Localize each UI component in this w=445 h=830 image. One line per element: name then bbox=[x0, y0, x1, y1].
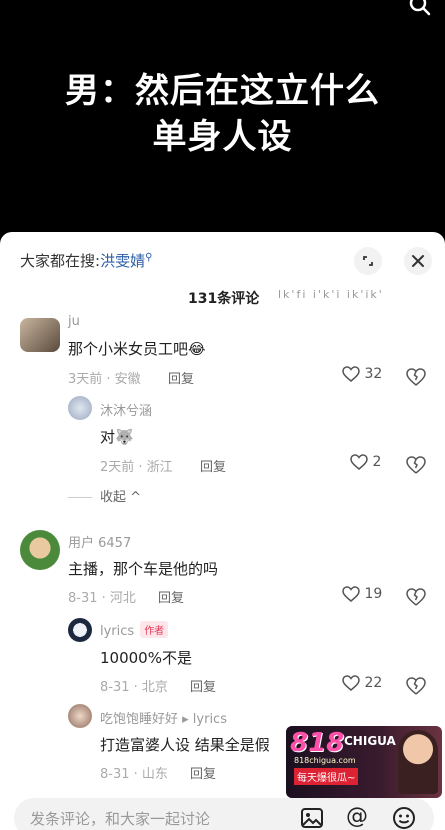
comment-text: 10000%不是 bbox=[100, 649, 192, 667]
avatar[interactable] bbox=[20, 530, 60, 570]
avatar[interactable] bbox=[68, 704, 92, 728]
hot-search-keyword[interactable]: 洪雯婧 bbox=[100, 252, 145, 270]
broken-heart-icon bbox=[406, 455, 426, 474]
watermark-brand: 818 bbox=[290, 728, 345, 758]
comment-author[interactable]: 用户 6457 bbox=[68, 532, 131, 551]
caption-line-1: 男：然后在这立什么 bbox=[65, 71, 380, 111]
comment-text: 对🐺 bbox=[100, 428, 134, 446]
heart-icon bbox=[342, 586, 360, 602]
comment-meta: 8-31 · 山东 bbox=[100, 767, 168, 782]
expand-icon[interactable] bbox=[354, 247, 382, 275]
avatar[interactable] bbox=[68, 396, 92, 420]
close-icon[interactable] bbox=[404, 247, 432, 275]
comment-author[interactable]: lyrics bbox=[100, 624, 134, 639]
comment-meta: 8-31 · 北京 bbox=[100, 680, 168, 695]
watermark-brand-suffix: CHIGUA bbox=[344, 734, 396, 748]
blurred-text: lk'fi i'k'i ik'ik' bbox=[278, 288, 384, 301]
reply-button[interactable]: 回复 bbox=[190, 676, 216, 695]
search-small-icon: ⚲ bbox=[145, 252, 153, 263]
like-button[interactable]: 2 bbox=[350, 454, 381, 470]
watermark-portrait bbox=[398, 730, 438, 794]
comment-input[interactable]: 发条评论，和大家一起讨论 @ bbox=[14, 798, 434, 830]
like-button[interactable]: 19 bbox=[342, 586, 382, 602]
watermark-slogan: 每天爆很瓜~ bbox=[294, 768, 359, 785]
dislike-button[interactable] bbox=[406, 366, 426, 386]
comment-count: 131条评论 bbox=[188, 291, 260, 307]
image-icon[interactable] bbox=[300, 806, 324, 830]
reply-button[interactable]: 回复 bbox=[158, 587, 184, 606]
broken-heart-icon bbox=[406, 676, 426, 695]
hot-search-prefix: 大家都在搜: bbox=[20, 252, 101, 270]
comment-author[interactable]: ju bbox=[68, 314, 80, 329]
mention-icon[interactable]: @ bbox=[346, 804, 368, 829]
dislike-button[interactable] bbox=[406, 454, 426, 474]
search-icon[interactable] bbox=[409, 0, 431, 16]
divider bbox=[68, 497, 92, 498]
comment-text: 主播，那个车是他的吗 bbox=[68, 560, 219, 578]
comment-meta: 3天前 · 安徽 bbox=[68, 372, 141, 387]
caption-line-2: 单身人设 bbox=[152, 117, 293, 157]
video-area[interactable]: 男：然后在这立什么 单身人设 bbox=[0, 0, 445, 232]
comment-input-placeholder: 发条评论，和大家一起讨论 bbox=[30, 810, 211, 828]
like-count: 32 bbox=[364, 366, 383, 382]
collapse-replies-button[interactable]: 收起 ^ bbox=[68, 486, 141, 505]
author-badge: 作者 bbox=[140, 621, 169, 638]
broken-heart-icon bbox=[406, 367, 426, 386]
reply-button[interactable]: 回复 bbox=[190, 763, 216, 782]
like-button[interactable]: 32 bbox=[342, 366, 382, 382]
comment-author-row[interactable]: lyrics 作者 bbox=[100, 621, 169, 639]
like-count: 22 bbox=[364, 675, 383, 691]
watermark-logo: 818 CHIGUA 818chigua.com 每天爆很瓜~ bbox=[286, 726, 442, 798]
comment-author[interactable]: 吃饱饱睡好好 ▸ lyrics bbox=[100, 708, 227, 727]
heart-icon bbox=[350, 454, 368, 470]
reply-button[interactable]: 回复 bbox=[200, 456, 226, 475]
comment-text: 打造富婆人设 结果全是假 bbox=[100, 736, 270, 754]
comment-text: 那个小米女员工吧😂 bbox=[68, 340, 206, 358]
heart-icon bbox=[342, 675, 360, 691]
comment-author[interactable]: 沐沐兮涵 bbox=[100, 400, 152, 419]
like-count: 19 bbox=[364, 586, 383, 602]
like-count: 2 bbox=[372, 454, 382, 470]
heart-icon bbox=[342, 366, 360, 382]
collapse-label: 收起 ^ bbox=[100, 490, 142, 505]
emoji-icon[interactable] bbox=[392, 806, 416, 830]
dislike-button[interactable] bbox=[406, 675, 426, 695]
comment-meta: 2天前 · 浙江 bbox=[100, 460, 173, 475]
like-button[interactable]: 22 bbox=[342, 675, 382, 691]
avatar[interactable] bbox=[20, 318, 60, 352]
video-caption: 男：然后在这立什么 单身人设 bbox=[0, 68, 445, 160]
broken-heart-icon bbox=[406, 587, 426, 606]
dislike-button[interactable] bbox=[406, 586, 426, 606]
comment-meta: 8-31 · 河北 bbox=[68, 591, 136, 606]
avatar[interactable] bbox=[68, 618, 92, 642]
comments-panel: 大家都在搜:洪雯婧⚲ 131条评论 lk'fi i'k'i ik'ik' ju … bbox=[0, 232, 445, 830]
watermark-site: 818chigua.com bbox=[294, 756, 356, 765]
reply-button[interactable]: 回复 bbox=[168, 368, 194, 387]
hot-search[interactable]: 大家都在搜:洪雯婧⚲ bbox=[20, 250, 152, 271]
